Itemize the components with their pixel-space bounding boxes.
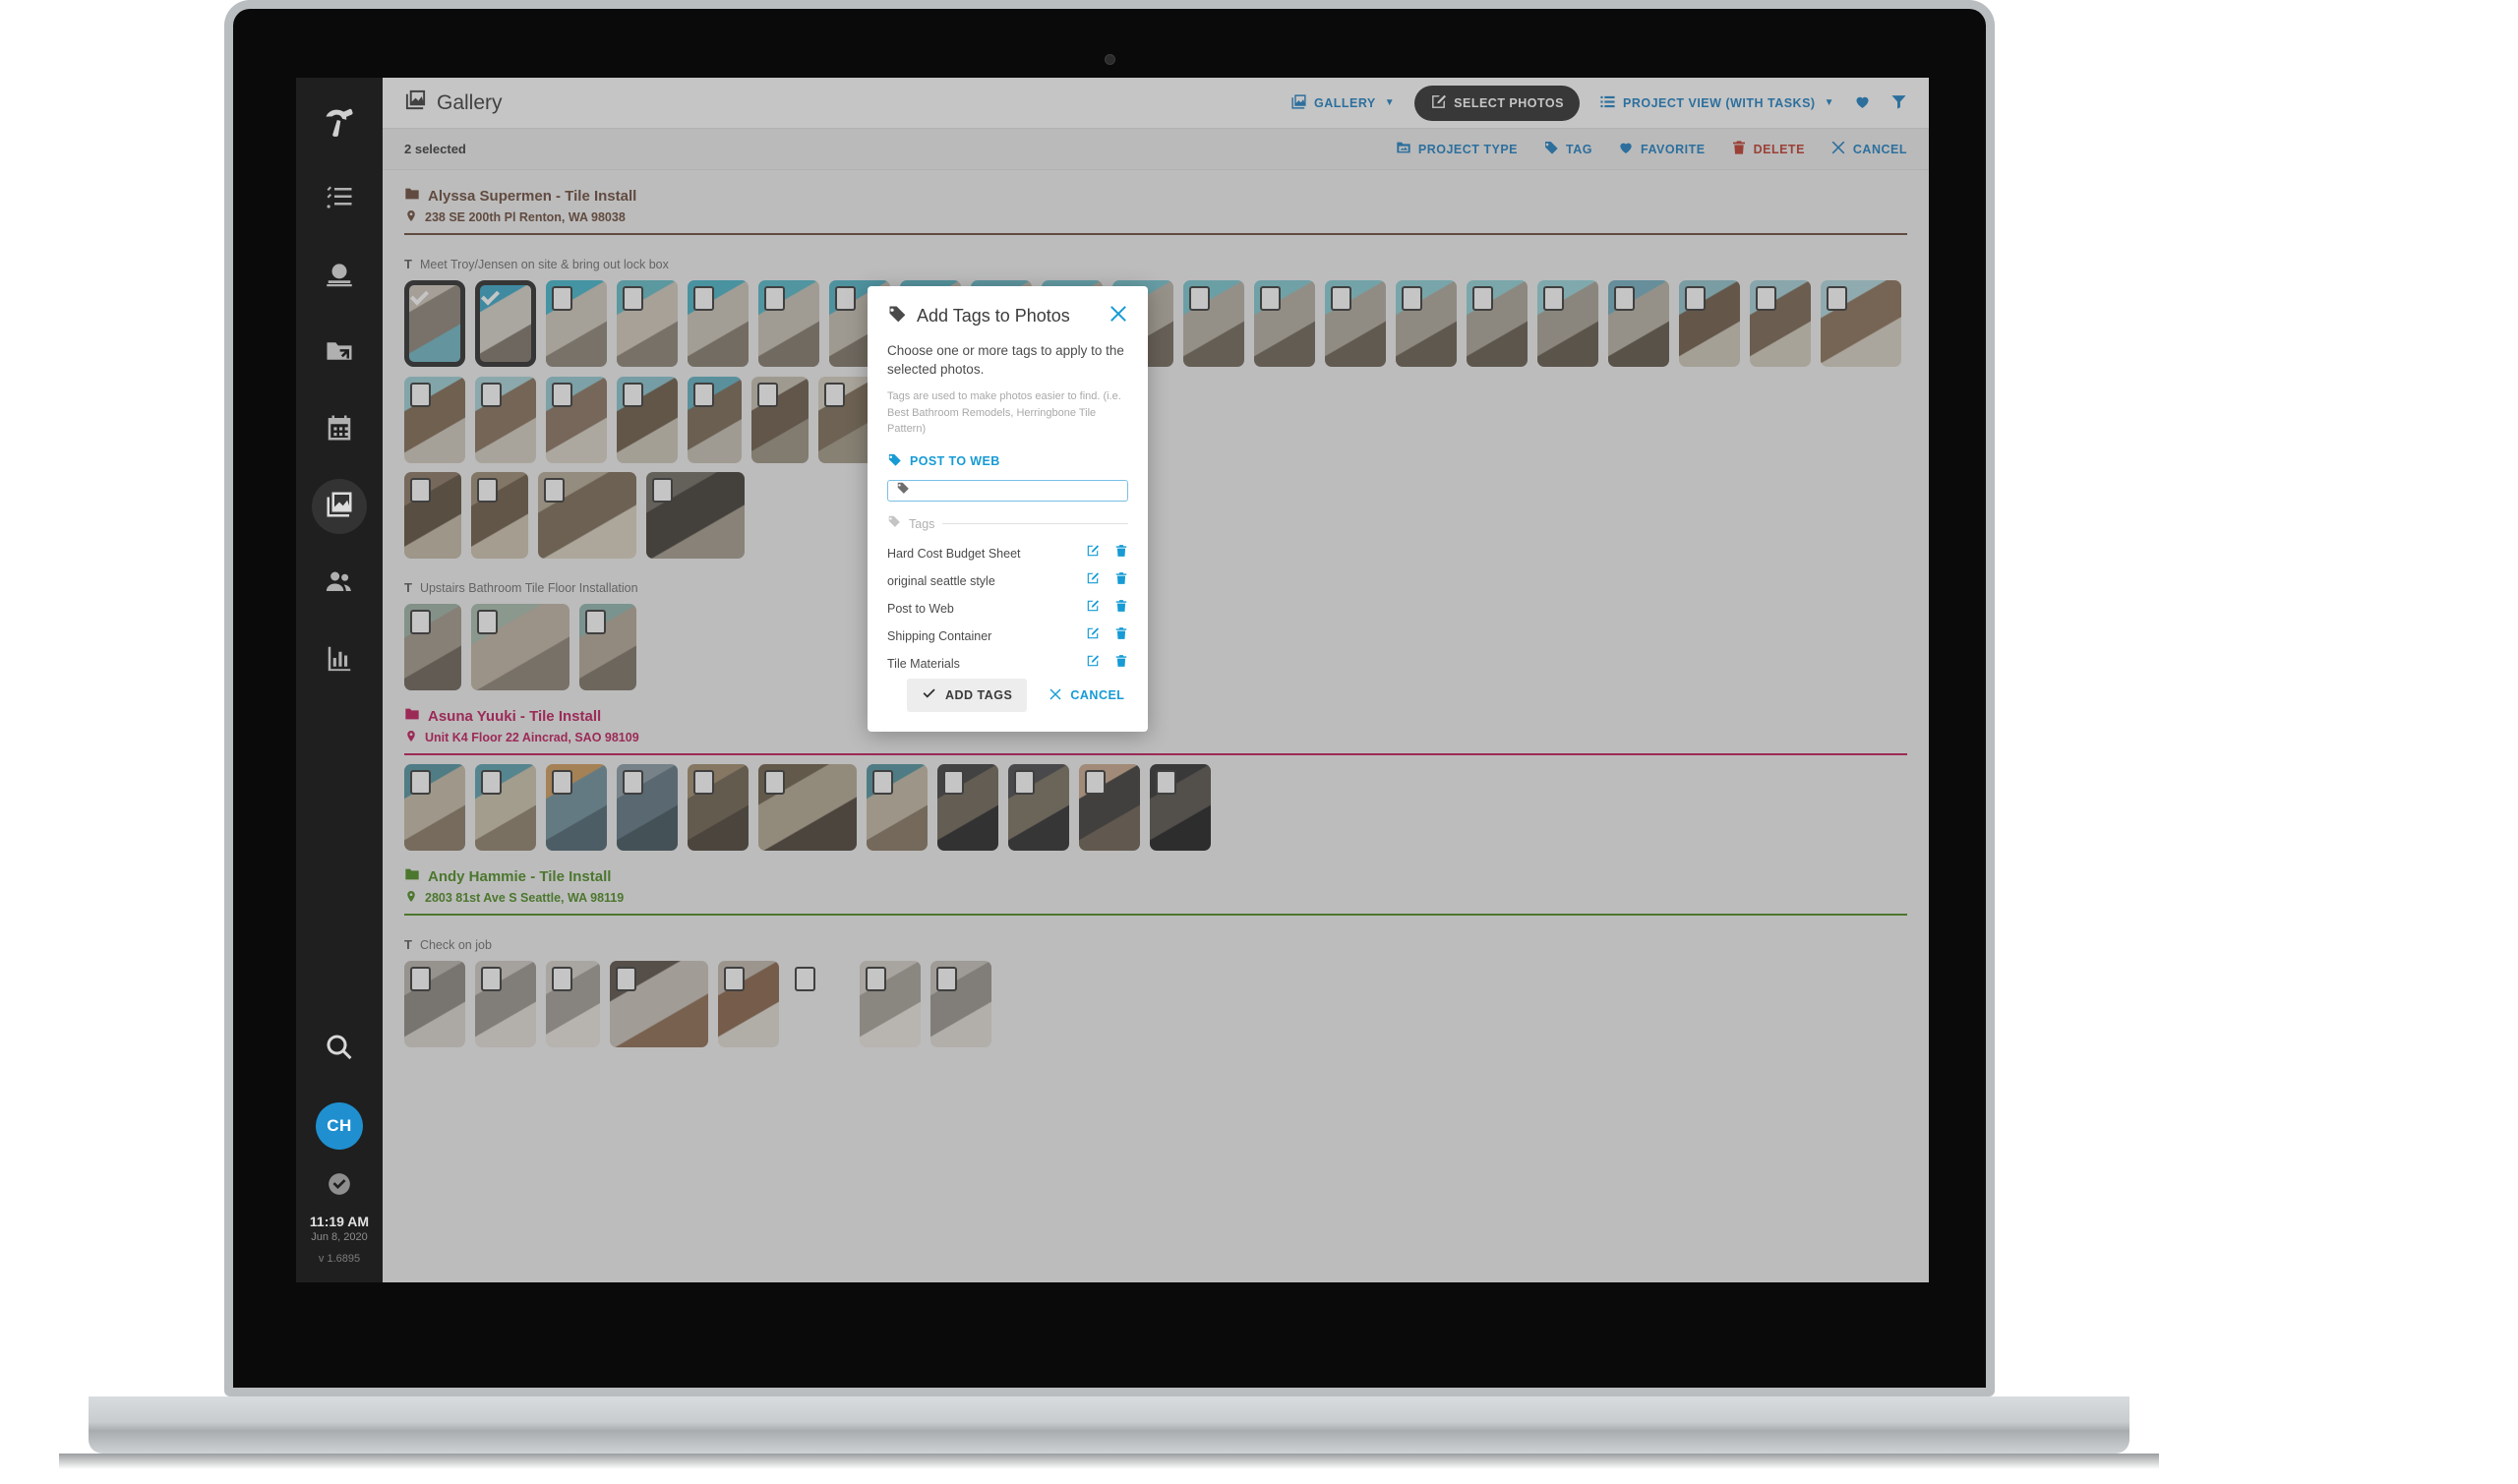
tag-list-item[interactable]: Post to Web [887,596,1128,621]
tag-actions [1086,544,1128,563]
trash-icon[interactable] [1114,626,1128,645]
tag-icon [887,514,901,533]
money-bag-icon [325,260,354,294]
trash-icon[interactable] [1114,571,1128,590]
add-tags-label: ADD TAGS [945,688,1013,702]
edit-icon[interactable] [1086,544,1100,563]
sidebar-item-calendar[interactable] [312,402,367,457]
hammer-logo-icon [321,102,358,145]
edit-icon[interactable] [1086,654,1100,673]
tag-icon [887,452,902,470]
dialog-header: Add Tags to Photos [887,304,1128,328]
dialog-cancel-button[interactable]: CANCEL [1049,687,1124,704]
people-icon [325,566,354,601]
post-to-web-tag[interactable]: POST TO WEB [887,452,1128,470]
dialog-description: Choose one or more tags to apply to the … [887,343,1124,377]
tag-name: original seattle style [887,573,995,588]
dialog-close-button[interactable] [1109,304,1128,328]
post-to-web-label: POST TO WEB [910,453,1000,468]
dialog-title-text: Add Tags to Photos [917,306,1070,326]
check-icon [922,686,936,704]
trash-icon[interactable] [1114,544,1128,563]
tag-list: Hard Cost Budget Sheet original seattle s… [887,541,1128,679]
bar-chart-icon [325,643,354,678]
laptop-camera [1105,54,1115,65]
add-tags-button[interactable]: ADD TAGS [907,679,1028,712]
folder-arrow-icon [325,336,354,371]
tag-input-wrapper[interactable] [887,479,1128,502]
tags-section-header: Tags [887,514,1128,533]
sidebar-bottom: CH 11:19 AM Jun 8, 2020 v 1.6895 [296,1000,383,1265]
tag-name: Shipping Container [887,628,992,643]
trash-icon[interactable] [1114,599,1128,618]
sidebar-item-people[interactable] [312,556,367,611]
tag-actions [1086,626,1128,645]
tag-icon [887,304,907,328]
laptop-frame: CH 11:19 AM Jun 8, 2020 v 1.6895 Gallery [224,0,1995,1396]
laptop-base [89,1396,2129,1454]
search-icon [325,1033,354,1067]
dialog-cancel-label: CANCEL [1070,688,1125,702]
tag-icon [896,481,910,500]
tag-actions [1086,599,1128,618]
sidebar-item-hammer-logo[interactable] [312,95,367,150]
close-icon [1109,306,1128,327]
tag-actions [1086,654,1128,673]
app-version: v 1.6895 [318,1253,361,1265]
search-button[interactable] [312,1022,367,1077]
dialog-title: Add Tags to Photos [887,304,1070,328]
tag-search-input[interactable] [917,483,1119,498]
sidebar-item-reports[interactable] [312,632,367,687]
dialog-hint: Tags are used to make photos easier to f… [887,390,1121,436]
clock-date: Jun 8, 2020 [311,1231,368,1243]
tag-name: Tile Materials [887,656,960,671]
tag-list-item[interactable]: Shipping Container [887,623,1128,648]
sidebar-item-checklist[interactable] [312,172,367,227]
edit-icon[interactable] [1086,571,1100,590]
sidebar-item-gallery[interactable] [312,479,367,534]
divider [942,523,1128,524]
sidebar-item-money[interactable] [312,249,367,304]
app-screen: CH 11:19 AM Jun 8, 2020 v 1.6895 Gallery [296,78,1929,1282]
edit-icon[interactable] [1086,626,1100,645]
tag-name: Post to Web [887,601,954,616]
tag-list-item[interactable]: Tile Materials [887,651,1128,676]
edit-icon[interactable] [1086,599,1100,618]
tag-list-item[interactable]: Hard Cost Budget Sheet [887,541,1128,565]
clock-time: 11:19 AM [309,1214,370,1229]
sync-status-icon [327,1171,352,1202]
modal-overlay[interactable] [383,78,1929,1282]
add-tags-dialog: Add Tags to Photos Choose one or more ta… [868,286,1148,732]
avatar[interactable]: CH [316,1102,363,1150]
calendar-icon [325,413,354,447]
dialog-footer: ADD TAGS CANCEL [887,679,1128,732]
trash-icon[interactable] [1114,654,1128,673]
sidebar-item-documents[interactable] [312,326,367,381]
tag-actions [1086,571,1128,590]
sidebar: CH 11:19 AM Jun 8, 2020 v 1.6895 [296,78,383,1282]
photos-icon [325,490,354,524]
laptop-shadow [59,1454,2159,1469]
checklist-icon [325,183,354,217]
tag-name: Hard Cost Budget Sheet [887,546,1021,561]
main-area: Gallery GALLERY ▼ SELECT PHOTOS PROJECT … [383,78,1929,1282]
close-icon [1049,687,1062,704]
tag-list-item[interactable]: original seattle style [887,568,1128,593]
tags-section-label: Tags [909,516,935,531]
